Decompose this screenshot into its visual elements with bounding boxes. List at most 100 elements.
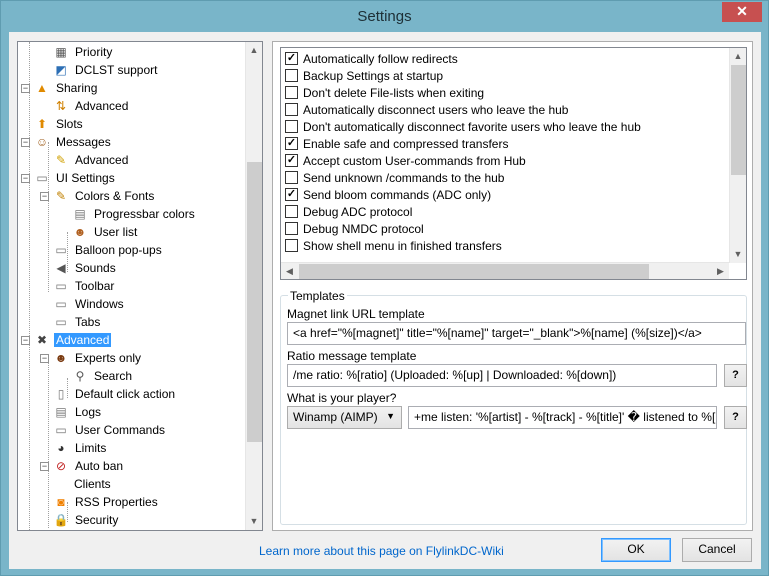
tree-scroll-thumb[interactable] [247, 162, 262, 442]
option-row[interactable]: Show shell menu in finished transfers [285, 237, 502, 254]
tree-item[interactable]: ✎ Advanced [40, 151, 130, 169]
tree-item[interactable]: − ⊘ Auto ban [40, 457, 125, 475]
ratio-template-input[interactable]: /me ratio: %[ratio] (Uploaded: %[up] | D… [287, 364, 717, 387]
option-row[interactable]: ✓ Send bloom commands (ADC only) [285, 186, 491, 203]
option-row[interactable]: ✓ Automatically follow redirects [285, 50, 458, 67]
tree-item[interactable]: ◙ RSS Properties [40, 493, 160, 511]
magnet-template-input[interactable]: <a href="%[magnet]" title="%[name]" targ… [287, 322, 746, 345]
tree-item[interactable]: ☻ User list [59, 223, 139, 241]
scroll-down-arrow-icon[interactable]: ▼ [246, 513, 262, 530]
tabs-icon: ▭ [55, 315, 67, 329]
tree-item[interactable]: ◩ DCLST support [40, 61, 159, 79]
option-checkbox[interactable]: ✓ [285, 188, 298, 201]
security-icon: 🔒 [53, 513, 69, 527]
option-row[interactable]: Backup Settings at startup [285, 67, 443, 84]
option-checkbox[interactable] [285, 86, 298, 99]
option-checkbox[interactable] [285, 103, 298, 116]
tree-item[interactable]: ▭ Windows [40, 295, 126, 313]
option-checkbox[interactable] [285, 205, 298, 218]
advanced-options-list[interactable]: Show shell menu in finished transfers Deb… [280, 47, 747, 280]
tree-item-label: UI Settings [56, 171, 115, 185]
player-help-button[interactable]: ? [724, 406, 747, 429]
option-row[interactable]: Automatically disconnect users who leave… [285, 101, 568, 118]
tree-scrollbar[interactable]: ▲ ▼ [245, 42, 262, 530]
player-select[interactable]: Winamp (AIMP) ▼ [287, 406, 402, 429]
tree-item[interactable]: ⬆ Slots [21, 115, 85, 133]
option-checkbox[interactable]: ✓ [285, 154, 298, 167]
tree-item[interactable]: ◀ Sounds [40, 259, 118, 277]
collapse-toggle-icon[interactable]: − [21, 83, 30, 93]
tree-item[interactable]: − ☺ Messages [21, 133, 113, 151]
tree-item[interactable]: − ✖ Advanced [21, 331, 112, 349]
collapse-toggle-icon[interactable]: − [21, 173, 30, 183]
option-row[interactable]: Send unknown /commands to the hub [285, 169, 504, 186]
scroll-left-arrow-icon[interactable]: ◀ [281, 263, 298, 279]
tree-item-label: Sharing [56, 81, 98, 95]
tree-item[interactable]: ◕ Limits [40, 439, 108, 457]
option-label: Send bloom commands (ADC only) [303, 187, 492, 202]
collapse-toggle-icon[interactable]: − [40, 461, 49, 471]
tree-item[interactable]: ⇅ Advanced [40, 97, 130, 115]
options-hscrollbar[interactable]: ◀ ▶ [281, 262, 729, 279]
option-row[interactable]: Don't delete File-lists when exiting [285, 84, 484, 101]
slots-icon: ⬆ [36, 117, 48, 131]
tree-item[interactable]: ▭ Balloon pop-ups [40, 241, 164, 259]
cancel-button[interactable]: Cancel [682, 538, 752, 562]
option-row[interactable]: ✓ Accept custom User-commands from Hub [285, 152, 526, 169]
ok-button[interactable]: OK [601, 538, 671, 562]
option-row[interactable]: Debug ADC protocol [285, 203, 412, 220]
tree-item[interactable]: Clients [59, 475, 113, 493]
tree-item[interactable]: ▦ Priority [40, 43, 114, 61]
close-button[interactable]: ✕ [722, 2, 762, 22]
option-checkbox[interactable] [285, 222, 298, 235]
option-checkbox[interactable] [285, 120, 298, 133]
option-row[interactable]: Debug NMDC protocol [285, 220, 424, 237]
option-label: Debug ADC protocol [303, 204, 413, 219]
tree-item[interactable]: − ▭ UI Settings [21, 169, 117, 187]
tree-item[interactable]: ▭ User Commands [40, 421, 167, 439]
tree-item[interactable]: ▤ Progressbar colors [59, 205, 197, 223]
option-checkbox[interactable]: ✓ [285, 52, 298, 65]
option-checkbox[interactable] [285, 171, 298, 184]
tree-item[interactable]: − ✎ Colors & Fonts [40, 187, 156, 205]
option-checkbox[interactable] [285, 239, 298, 252]
collapse-toggle-icon[interactable]: − [21, 137, 30, 147]
title-bar[interactable]: Settings ✕ [1, 1, 768, 32]
scroll-right-arrow-icon[interactable]: ▶ [712, 263, 729, 279]
tree-item[interactable]: ▭ Tabs [40, 313, 102, 331]
tree-item-label: Advanced [75, 153, 129, 167]
scroll-up-arrow-icon[interactable]: ▲ [246, 42, 262, 59]
option-label: Automatically disconnect users who leave… [303, 102, 569, 117]
limits-icon: ◕ [57, 441, 65, 455]
collapse-toggle-icon[interactable]: − [21, 335, 30, 345]
tree-item[interactable]: − ▲ Sharing [21, 79, 99, 97]
collapse-toggle-icon[interactable]: − [40, 191, 49, 201]
options-hscroll-thumb[interactable] [299, 264, 649, 279]
tree-item-label: User Commands [75, 423, 166, 437]
tree-item[interactable]: ▯ Default click action [40, 385, 177, 403]
options-scroll-down-icon[interactable]: ▼ [730, 246, 746, 263]
options-vscrollbar[interactable]: ▲ ▼ [729, 48, 746, 263]
player-template-input[interactable]: +me listen: '%[artist] - %[track] - %[ti… [408, 406, 717, 429]
option-row[interactable]: Don't automatically disconnect favorite … [285, 118, 641, 135]
tree-item[interactable]: ⚲ Search [59, 367, 134, 385]
collapse-toggle-icon[interactable]: − [40, 353, 49, 363]
balloon-icon: ▭ [55, 243, 67, 257]
option-row[interactable]: ✓ Enable safe and compressed transfers [285, 135, 508, 152]
tree-item[interactable]: ▭ Toolbar [40, 277, 116, 295]
option-checkbox[interactable] [285, 69, 298, 82]
tree-item-label: Progressbar colors [94, 207, 195, 221]
tree-item-label: Advanced [54, 333, 112, 347]
player-selected-value: Winamp (AIMP) [293, 410, 378, 424]
options-scroll-up-icon[interactable]: ▲ [730, 48, 746, 65]
settings-tree[interactable]: 🔒 Security ◙ RSS Properties Clients − ⊘ Auto ba… [17, 41, 263, 531]
tree-item[interactable]: ▤ Logs [40, 403, 103, 421]
tree-item[interactable]: − ☻ Experts only [40, 349, 143, 367]
option-label: Show shell menu in finished transfers [303, 238, 502, 253]
wiki-link[interactable]: Learn more about this page on FlylinkDC-… [259, 544, 504, 558]
tree-item-label: Security [75, 513, 119, 527]
ratio-help-button[interactable]: ? [724, 364, 747, 387]
options-vscroll-thumb[interactable] [731, 65, 746, 175]
option-checkbox[interactable]: ✓ [285, 137, 298, 150]
tree-item[interactable]: 🔒 Security [40, 511, 120, 529]
